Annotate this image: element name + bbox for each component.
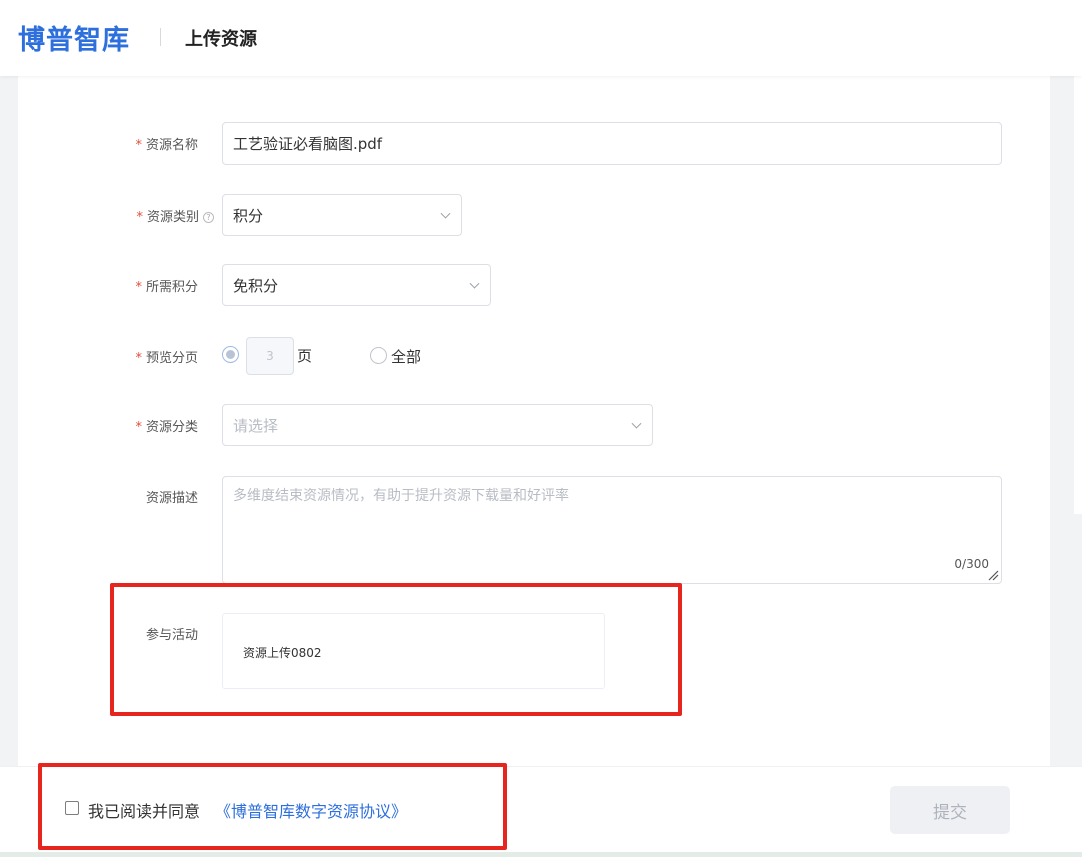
resource-category-select[interactable]: 积分 — [222, 194, 462, 236]
activity-box: 资源上传0802 — [222, 613, 605, 689]
page-title: 上传资源 — [185, 29, 257, 50]
logo[interactable]: 博普智库 — [18, 18, 130, 57]
required-mark: * — [135, 351, 142, 366]
resource-classification-select[interactable]: 请选择 — [222, 404, 653, 446]
activity-label: 参与活动 — [145, 628, 198, 643]
required-mark: * — [136, 210, 143, 225]
resource-classification-label: * 资源分类 — [135, 420, 198, 435]
description-label: 资源描述 — [145, 491, 198, 506]
chevron-down-icon — [469, 278, 480, 289]
preview-pages-label: * 预览分页 — [135, 351, 198, 366]
agree-checkbox[interactable] — [65, 801, 79, 815]
right-strip — [1074, 76, 1082, 514]
required-points-select[interactable]: 免积分 — [222, 264, 491, 306]
activity-value: 资源上传0802 — [243, 646, 322, 660]
pages-unit: 页 — [297, 347, 313, 365]
chevron-down-icon — [440, 208, 451, 219]
required-mark: * — [135, 420, 142, 435]
description-placeholder: 多维度结束资源情况，有助于提升资源下载量和好评率 — [233, 488, 569, 504]
required-points-label: * 所需积分 — [135, 280, 198, 295]
description-textarea[interactable]: 多维度结束资源情况，有助于提升资源下载量和好评率 0/300 — [222, 476, 1002, 584]
required-mark: * — [135, 138, 142, 153]
resize-handle-icon[interactable] — [987, 569, 999, 581]
header-divider — [160, 28, 161, 46]
help-icon[interactable]: ? — [203, 212, 214, 223]
agree-text: 我已阅读并同意 — [88, 802, 201, 821]
preview-pages-input[interactable]: 3 — [246, 337, 294, 375]
resource-category-label: * 资源类别? — [104, 206, 214, 225]
resource-name-input[interactable]: 工艺验证必看脑图.pdf — [222, 122, 1002, 165]
header: 博普智库 上传资源 — [0, 0, 1082, 76]
preview-all-label[interactable]: 全部 — [391, 346, 421, 367]
agreement-link[interactable]: 《博普智库数字资源协议》 — [215, 798, 407, 822]
preview-all-radio[interactable] — [370, 347, 387, 364]
preview-pages-radio[interactable] — [222, 346, 239, 363]
bottom-strip — [0, 852, 1082, 857]
submit-button[interactable]: 提交 — [890, 786, 1010, 834]
required-mark: * — [135, 280, 142, 295]
char-count: 0/300 — [954, 557, 989, 571]
resource-name-label: * 资源名称 — [135, 138, 198, 153]
chevron-down-icon — [631, 418, 642, 429]
